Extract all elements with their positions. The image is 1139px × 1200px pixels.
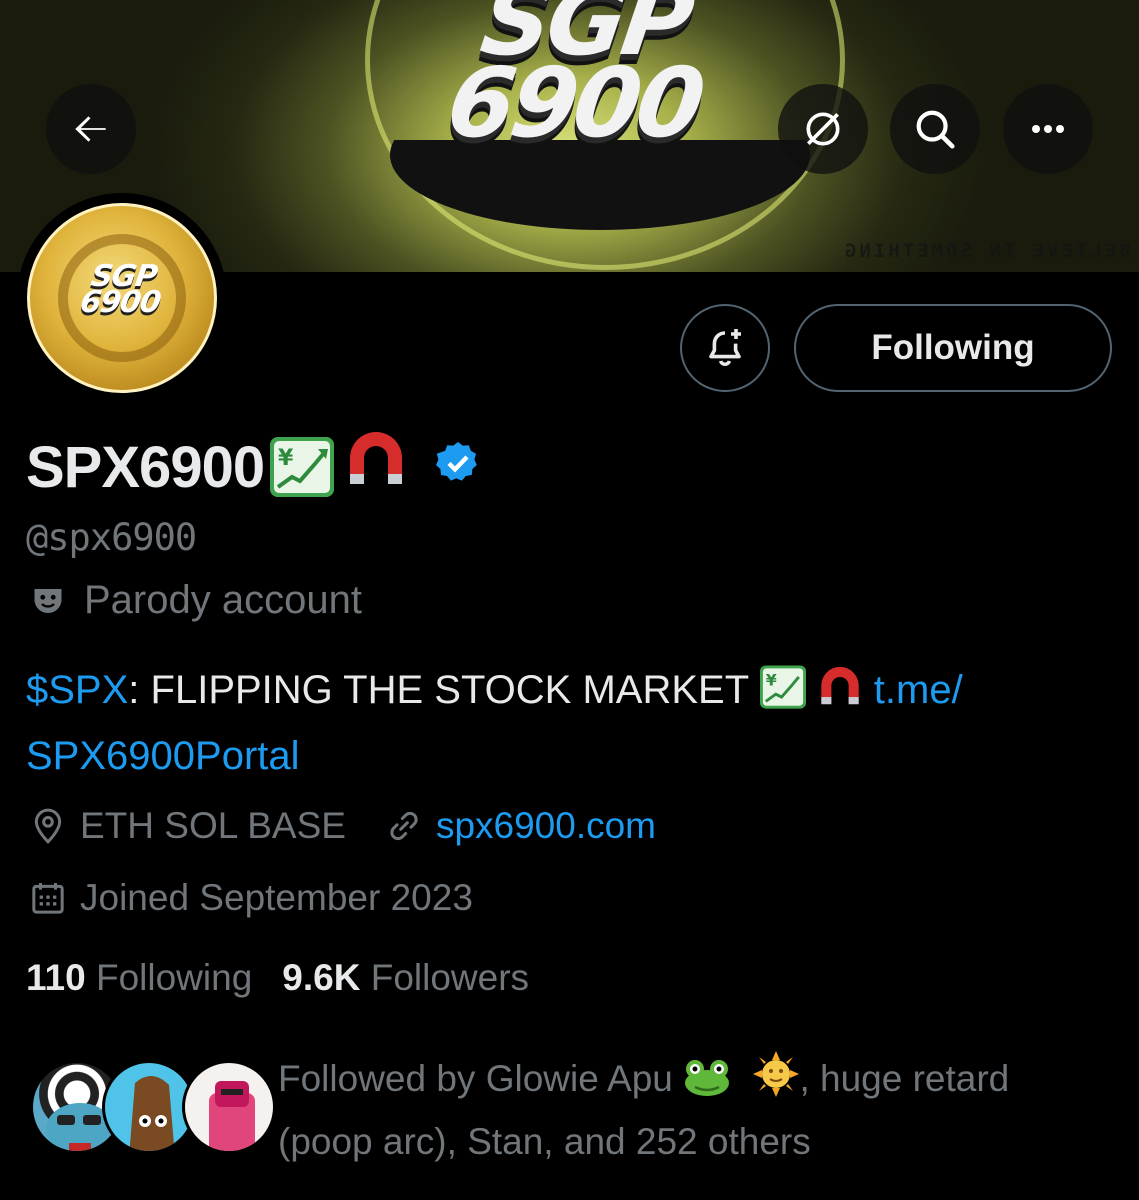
- following-stat[interactable]: 110 Following: [26, 957, 252, 999]
- banner-tagline: BELIEVE IN SOMETHING: [842, 240, 1131, 262]
- search-icon: [916, 110, 955, 149]
- magnet-icon: [344, 430, 408, 504]
- calendar-icon: [32, 883, 64, 914]
- avatar-image: SGP 6900: [27, 203, 217, 393]
- parody-label: Parody account: [30, 578, 362, 623]
- translate-button[interactable]: [778, 84, 868, 174]
- more-horizontal-icon: [1032, 125, 1064, 133]
- frog-icon: [683, 1056, 731, 1113]
- followers-stat[interactable]: 9.6K Followers: [282, 957, 529, 999]
- avatar-logo-text: SGP 6900: [78, 259, 163, 320]
- joined-date: Joined September 2023: [28, 877, 473, 919]
- bell-plus-icon: [709, 329, 741, 366]
- website[interactable]: spx6900.com: [384, 805, 656, 847]
- notifications-button[interactable]: [680, 304, 770, 392]
- follow-stats: 110 Following 9.6K Followers: [26, 957, 529, 999]
- verified-badge-icon[interactable]: [434, 434, 482, 501]
- back-button[interactable]: [46, 84, 136, 174]
- cashtag-link[interactable]: $SPX: [26, 668, 128, 712]
- followed-by[interactable]: Followed by Glowie Apu , huge retard (poo…: [30, 1050, 1130, 1162]
- svg-text:¥: ¥: [765, 671, 776, 690]
- bio-text: : FLIPPING THE STOCK MARKET: [128, 668, 760, 712]
- following-button[interactable]: Following: [794, 304, 1112, 392]
- chart-yen-icon: ¥: [270, 437, 335, 497]
- location-pin-icon: [34, 808, 62, 844]
- chart-yen-icon: ¥: [759, 665, 806, 726]
- handle: @spx6900: [26, 516, 197, 559]
- svg-text:¥: ¥: [278, 446, 294, 471]
- location: ETH SOL BASE: [28, 805, 346, 847]
- magnet-icon: [817, 665, 863, 726]
- joined-row: Joined September 2023: [28, 877, 473, 919]
- more-button[interactable]: [1003, 84, 1093, 174]
- globe-slash-icon: [806, 112, 840, 146]
- website-link[interactable]: spx6900.com: [436, 805, 656, 847]
- theater-mask-icon: [34, 588, 62, 613]
- arrow-left-icon: [75, 116, 106, 142]
- followed-by-text: Followed by Glowie Apu , huge retard (poo…: [278, 1050, 1128, 1170]
- bio: $SPX: FLIPPING THE STOCK MARKET ¥ t.me/S…: [26, 660, 1116, 786]
- search-button[interactable]: [890, 84, 980, 174]
- sun-face-icon: [753, 1051, 800, 1113]
- link-icon: [390, 811, 418, 841]
- meta-row: ETH SOL BASE spx6900.com: [28, 805, 656, 847]
- display-name-row: SPX6900 ¥: [26, 430, 482, 504]
- follower-avatar: [182, 1060, 276, 1154]
- display-name: SPX6900: [26, 434, 265, 500]
- avatar[interactable]: SGP 6900: [17, 193, 227, 403]
